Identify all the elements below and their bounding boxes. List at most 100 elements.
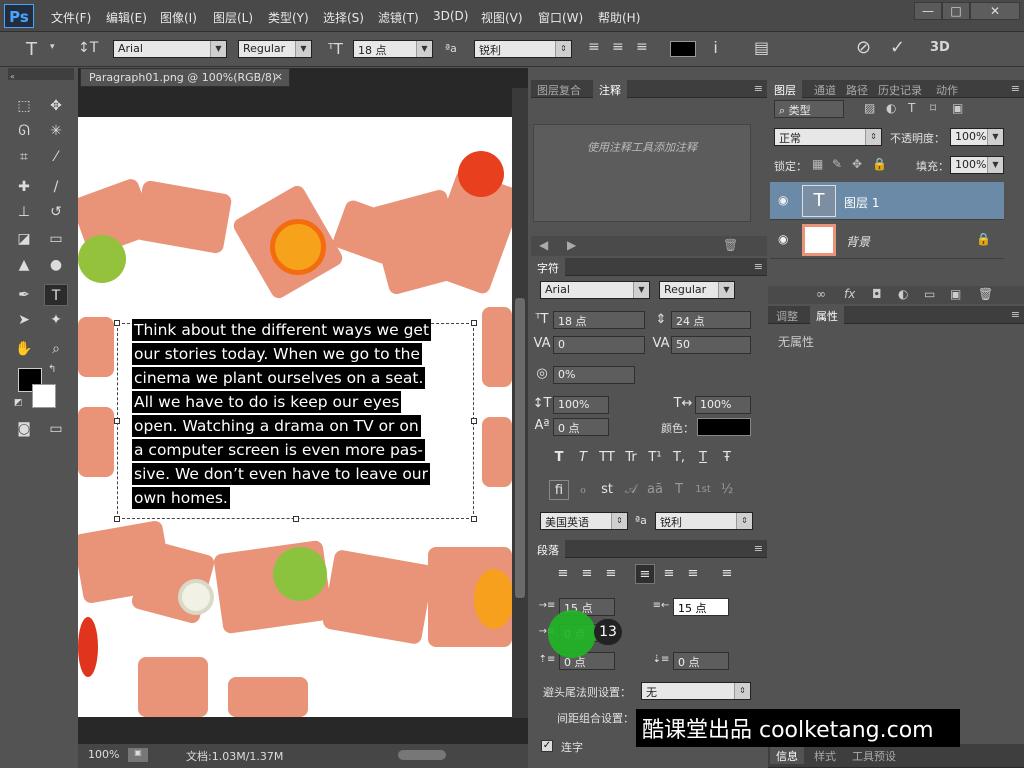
hyphenate-checkbox[interactable]: ✓ — [541, 740, 553, 752]
faux-italic-button[interactable]: T — [573, 448, 593, 468]
justify-last-center-icon[interactable]: ≡ — [659, 564, 679, 584]
quick-mask-icon[interactable]: ◙ — [12, 418, 36, 440]
toolbox-header[interactable]: « — [8, 68, 74, 81]
char-scale-field[interactable]: 0% — [553, 366, 635, 384]
trash-icon[interactable]: 🗑 — [723, 238, 738, 252]
fractions-button[interactable]: ½ — [717, 480, 737, 500]
type-tool-icon[interactable]: T — [26, 39, 37, 60]
char-horizontal-scale-field[interactable]: 100% — [695, 396, 751, 414]
swash-button[interactable]: 𝒜 — [621, 480, 641, 500]
filter-adjustment-icon[interactable]: ◐ — [886, 101, 896, 115]
justify-last-left-icon[interactable]: ≡ — [635, 564, 655, 584]
menu-help[interactable]: 帮助(H) — [598, 9, 640, 26]
char-tracking-field[interactable]: 50 — [671, 336, 751, 354]
transform-handle[interactable] — [114, 516, 120, 522]
language-select[interactable]: 美国英语 ⇕ — [540, 512, 628, 530]
shape-tool-icon[interactable]: ✦ — [44, 309, 68, 331]
adjustment-icon[interactable]: ◐ — [898, 287, 908, 301]
menu-view[interactable]: 视图(V) — [481, 9, 523, 26]
eraser-tool-icon[interactable]: ◪ — [12, 228, 36, 250]
path-select-tool-icon[interactable]: ➤ — [12, 309, 36, 331]
menu-edit[interactable]: 编辑(E) — [106, 9, 147, 26]
transform-handle[interactable] — [471, 418, 477, 424]
char-color-swatch[interactable] — [697, 418, 751, 436]
discretionary-ligatures-button[interactable]: st — [597, 480, 617, 500]
layer-row[interactable]: ◉ T 图层 1 — [770, 182, 1004, 220]
font-size-select[interactable]: 18 点 ▼ — [353, 40, 433, 58]
canvas[interactable]: Think about the different ways we get ou… — [78, 117, 512, 717]
menu-3d[interactable]: 3D(D) — [433, 9, 468, 23]
background-color-swatch[interactable] — [32, 384, 56, 408]
menu-layer[interactable]: 图层(L) — [213, 9, 253, 26]
align-left-icon[interactable]: ≡ — [553, 564, 573, 584]
underline-button[interactable]: T — [693, 448, 713, 468]
zoom-level[interactable]: 100% — [88, 748, 119, 761]
filter-type-icon[interactable]: T — [908, 101, 915, 115]
char-kerning-field[interactable]: 0 — [553, 336, 645, 354]
transform-handle[interactable] — [471, 320, 477, 326]
prev-arrow-icon[interactable]: ◀ — [539, 238, 548, 252]
transform-handle[interactable] — [114, 418, 120, 424]
visibility-eye-icon[interactable]: ◉ — [778, 232, 788, 246]
tab-paths[interactable]: 路径 — [840, 80, 874, 98]
close-button[interactable]: ✕ — [970, 2, 1020, 20]
fx-icon[interactable]: fx — [844, 287, 855, 301]
crop-tool-icon[interactable]: ⌗ — [12, 146, 36, 168]
filter-pixel-icon[interactable]: ▨ — [864, 101, 875, 115]
char-leading-field[interactable]: 24 点 — [671, 311, 751, 329]
commit-check-icon[interactable]: ✓ — [890, 37, 905, 58]
font-style-select[interactable]: Regular ▼ — [238, 40, 312, 58]
char-vertical-scale-field[interactable]: 100% — [553, 396, 609, 414]
warp-text-icon[interactable]: Ꭵ — [714, 38, 717, 58]
char-font-style-select[interactable]: Regular ▼ — [659, 281, 735, 299]
char-font-size-field[interactable]: 18 点 — [553, 311, 645, 329]
filter-shape-icon[interactable]: ⌑ — [930, 101, 936, 115]
tool-preset-chevron-icon[interactable]: ▾ — [50, 42, 55, 52]
move-tool-icon[interactable]: ✥ — [44, 95, 68, 117]
close-tab-icon[interactable]: × — [274, 70, 283, 83]
strikethrough-button[interactable]: Ŧ — [717, 448, 737, 468]
pen-tool-icon[interactable]: ✒ — [12, 284, 36, 306]
transform-handle[interactable] — [114, 320, 120, 326]
font-family-select[interactable]: Arial ▼ — [113, 40, 227, 58]
align-center-icon[interactable]: ≡ — [577, 564, 597, 584]
mask-icon[interactable]: ◘ — [872, 287, 882, 301]
panels-toggle-icon[interactable]: ▤ — [754, 38, 769, 57]
align-left-icon[interactable]: ≡ — [588, 39, 600, 55]
char-baseline-field[interactable]: 0 点 — [553, 418, 609, 436]
tab-styles[interactable]: 样式 — [808, 746, 842, 764]
indent-right-field[interactable]: 15 点 — [673, 598, 729, 616]
char-antialias-select[interactable]: 锐利 ⇕ — [655, 512, 753, 530]
all-caps-button[interactable]: TT — [597, 448, 617, 468]
tab-channels[interactable]: 通道 — [808, 80, 842, 98]
panel-menu-icon[interactable]: ≡ — [1011, 82, 1020, 95]
blur-tool-icon[interactable]: ▲ — [12, 254, 36, 276]
transform-handle[interactable] — [471, 516, 477, 522]
layer-row[interactable]: ◉ 背景 🔒 — [770, 221, 1004, 259]
menu-filter[interactable]: 滤镜(T) — [378, 9, 419, 26]
menu-window[interactable]: 窗口(W) — [538, 9, 583, 26]
lasso-tool-icon[interactable]: ᘏ — [12, 120, 36, 142]
healing-tool-icon[interactable]: ✚ — [12, 176, 36, 198]
dodge-tool-icon[interactable]: ● — [44, 254, 68, 276]
cancel-icon[interactable]: ⊘ — [856, 37, 871, 58]
new-layer-icon[interactable]: ▣ — [950, 287, 961, 301]
tab-layer-comps[interactable]: 图层复合 — [531, 80, 587, 98]
space-after-field[interactable]: 0 点 — [673, 652, 729, 670]
tab-actions[interactable]: 动作 — [930, 80, 964, 98]
visibility-eye-icon[interactable]: ◉ — [778, 193, 788, 207]
panel-menu-icon[interactable]: ≡ — [754, 82, 763, 95]
brush-tool-icon[interactable]: / — [44, 176, 68, 198]
lock-position-icon[interactable]: ✥ — [852, 157, 862, 171]
history-brush-tool-icon[interactable]: ↺ — [44, 201, 68, 223]
3d-icon[interactable]: 3D — [930, 40, 950, 55]
maximize-button[interactable]: □ — [942, 2, 970, 20]
antialias-select[interactable]: 锐利 ⇕ — [474, 40, 572, 58]
lock-pixels-icon[interactable]: ✎ — [832, 157, 842, 171]
ligatures-button[interactable]: fi — [549, 480, 569, 500]
marquee-tool-icon[interactable]: ⬚ — [12, 95, 36, 117]
tab-layers[interactable]: 图层 — [768, 80, 802, 98]
tab-paragraph[interactable]: 段落 — [531, 540, 565, 558]
tab-character[interactable]: 字符 — [531, 258, 565, 276]
layer-filter-select[interactable]: ⌕ 类型 — [774, 100, 844, 118]
